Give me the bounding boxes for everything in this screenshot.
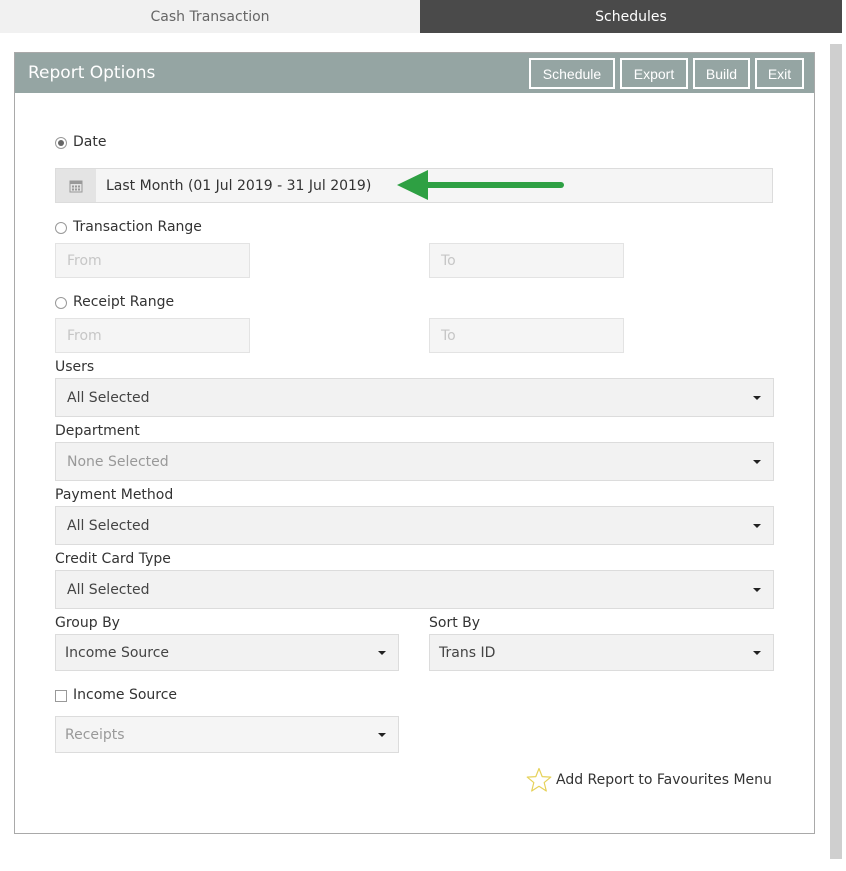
export-button[interactable]: Export	[620, 58, 688, 89]
transaction-range-radio[interactable]	[55, 222, 67, 234]
transaction-to-placeholder: To	[441, 252, 456, 269]
department-select[interactable]: None Selected	[55, 442, 774, 481]
sort-by-label: Sort By	[429, 615, 481, 631]
group-by-value: Income Source	[65, 644, 170, 661]
receipt-range-radio[interactable]	[55, 297, 67, 309]
receipt-from-input[interactable]: From	[55, 318, 250, 353]
income-source-value: Receipts	[65, 726, 125, 743]
scrollbar[interactable]	[830, 44, 842, 859]
date-label: Date	[73, 134, 107, 150]
department-value: None Selected	[67, 453, 169, 470]
income-source-checkbox[interactable]	[55, 690, 67, 702]
chevron-down-icon	[378, 732, 386, 737]
sort-by-value: Trans ID	[439, 644, 496, 661]
build-button[interactable]: Build	[693, 58, 750, 89]
panel-title: Report Options	[28, 63, 156, 83]
transaction-from-input[interactable]: From	[55, 243, 250, 278]
income-source-label: Income Source	[73, 687, 178, 703]
tab-bar-edge	[842, 0, 846, 33]
add-to-favourites-link[interactable]: Add Report to Favourites Menu	[526, 767, 772, 793]
calendar-icon[interactable]	[56, 169, 96, 202]
add-to-favourites-label: Add Report to Favourites Menu	[556, 772, 772, 788]
users-value: All Selected	[67, 389, 150, 406]
income-source-select[interactable]: Receipts	[55, 716, 399, 753]
chevron-down-icon	[753, 650, 761, 655]
credit-card-type-select[interactable]: All Selected	[55, 570, 774, 609]
credit-card-type-value: All Selected	[67, 581, 150, 598]
credit-card-type-label: Credit Card Type	[55, 551, 171, 567]
date-radio[interactable]	[55, 137, 67, 149]
receipt-range-label: Receipt Range	[73, 294, 175, 310]
date-range-value: Last Month (01 Jul 2019 - 31 Jul 2019)	[106, 177, 372, 194]
star-icon	[526, 767, 552, 792]
payment-method-value: All Selected	[67, 517, 150, 534]
receipt-from-placeholder: From	[67, 327, 102, 344]
tab-bar: Cash Transaction Schedules	[0, 0, 846, 33]
group-by-select[interactable]: Income Source	[55, 634, 399, 671]
transaction-to-input[interactable]: To	[429, 243, 624, 278]
payment-method-label: Payment Method	[55, 487, 174, 503]
schedule-button[interactable]: Schedule	[529, 58, 615, 89]
users-select[interactable]: All Selected	[55, 378, 774, 417]
chevron-down-icon	[378, 650, 386, 655]
exit-button[interactable]: Exit	[755, 58, 804, 89]
chevron-down-icon	[753, 459, 761, 464]
annotation-arrow-icon	[397, 170, 564, 200]
panel-header: Report Options Schedule Export Build Exi…	[15, 53, 814, 93]
receipt-to-input[interactable]: To	[429, 318, 624, 353]
tab-cash-transaction[interactable]: Cash Transaction	[0, 0, 420, 33]
payment-method-select[interactable]: All Selected	[55, 506, 774, 545]
transaction-from-placeholder: From	[67, 252, 102, 269]
sort-by-select[interactable]: Trans ID	[429, 634, 774, 671]
transaction-range-label: Transaction Range	[73, 219, 202, 235]
chevron-down-icon	[753, 523, 761, 528]
users-label: Users	[55, 359, 95, 375]
group-by-label: Group By	[55, 615, 120, 631]
tab-schedules[interactable]: Schedules	[420, 0, 842, 33]
chevron-down-icon	[753, 587, 761, 592]
chevron-down-icon	[753, 395, 761, 400]
department-label: Department	[55, 423, 140, 439]
receipt-to-placeholder: To	[441, 327, 456, 344]
